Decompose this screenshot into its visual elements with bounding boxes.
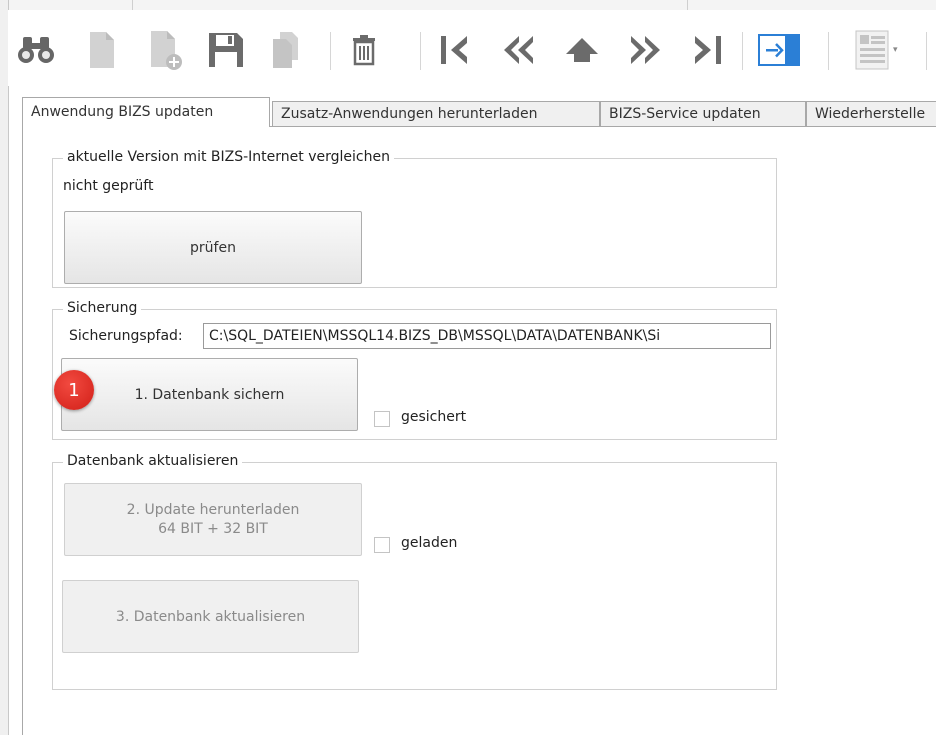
version-group-title: aktuelle Version mit BIZS-Internet vergl… (63, 149, 394, 165)
downloaded-label: geladen (401, 535, 458, 551)
toolbar-separator (742, 32, 743, 70)
previous-page-icon[interactable] (496, 28, 542, 72)
search-binoculars-icon[interactable] (14, 28, 58, 72)
check-version-button-label: prüfen (190, 239, 236, 256)
toolbar-separator (330, 32, 331, 70)
top-strip-segment (132, 0, 688, 10)
update-group-title: Datenbank aktualisieren (63, 453, 243, 469)
download-update-line1: 2. Update herunterladen (126, 501, 300, 518)
downloaded-checkbox[interactable] (374, 537, 390, 553)
new-document-icon (82, 28, 122, 72)
step-badge: 1 (54, 370, 94, 410)
backup-path-input[interactable]: C:\SQL_DATEIEN\MSSQL14.BIZS_DB\MSSQL\DAT… (203, 323, 771, 349)
backed-up-checkbox[interactable] (374, 411, 390, 427)
download-update-button[interactable]: 2. Update herunterladen 64 BIT + 32 BIT (64, 483, 362, 556)
backed-up-label: gesichert (401, 409, 467, 425)
update-database-button-label: 3. Datenbank aktualisieren (115, 608, 306, 625)
backup-group-title: Sicherung (63, 300, 142, 316)
chevron-down-icon[interactable]: ▾ (893, 45, 898, 55)
toolbar-separator (828, 32, 829, 70)
save-icon[interactable] (204, 28, 248, 72)
tab-bizs-service-updaten[interactable]: BIZS-Service updaten (600, 101, 806, 126)
toolbar: ▾ (8, 10, 936, 86)
view-list-icon[interactable]: ▾ (854, 28, 910, 72)
backup-database-button-label: 1. Datenbank sichern (134, 386, 285, 403)
backup-database-button[interactable]: 1. Datenbank sichern (61, 358, 358, 431)
window-left-border (0, 0, 9, 735)
version-status-text: nicht geprüft (63, 178, 154, 194)
content-left-border (22, 126, 23, 735)
last-record-icon[interactable] (686, 28, 730, 72)
check-version-button[interactable]: prüfen (64, 211, 362, 284)
backup-path-label: Sicherungspfad: (69, 328, 183, 344)
delete-trash-icon[interactable] (344, 28, 384, 72)
update-database-button[interactable]: 3. Datenbank aktualisieren (62, 580, 359, 653)
toolbar-separator (420, 32, 421, 70)
copy-document-icon (266, 28, 306, 72)
tab-wiederherstellen[interactable]: Wiederherstelle (806, 101, 936, 126)
toolbar-separator (926, 32, 927, 70)
top-strip-segment (0, 0, 133, 10)
add-document-icon (144, 28, 188, 72)
tab-zusatz-anwendungen[interactable]: Zusatz-Anwendungen herunterladen (272, 101, 600, 126)
top-strip (0, 0, 936, 10)
up-arrow-icon[interactable] (560, 28, 604, 72)
first-record-icon[interactable] (432, 28, 476, 72)
exit-arrow-icon[interactable] (754, 28, 804, 72)
download-update-line2: 64 BIT + 32 BIT (158, 520, 268, 537)
tab-anwendung-bizs-updaten[interactable]: Anwendung BIZS updaten (22, 97, 270, 127)
next-page-icon[interactable] (622, 28, 668, 72)
